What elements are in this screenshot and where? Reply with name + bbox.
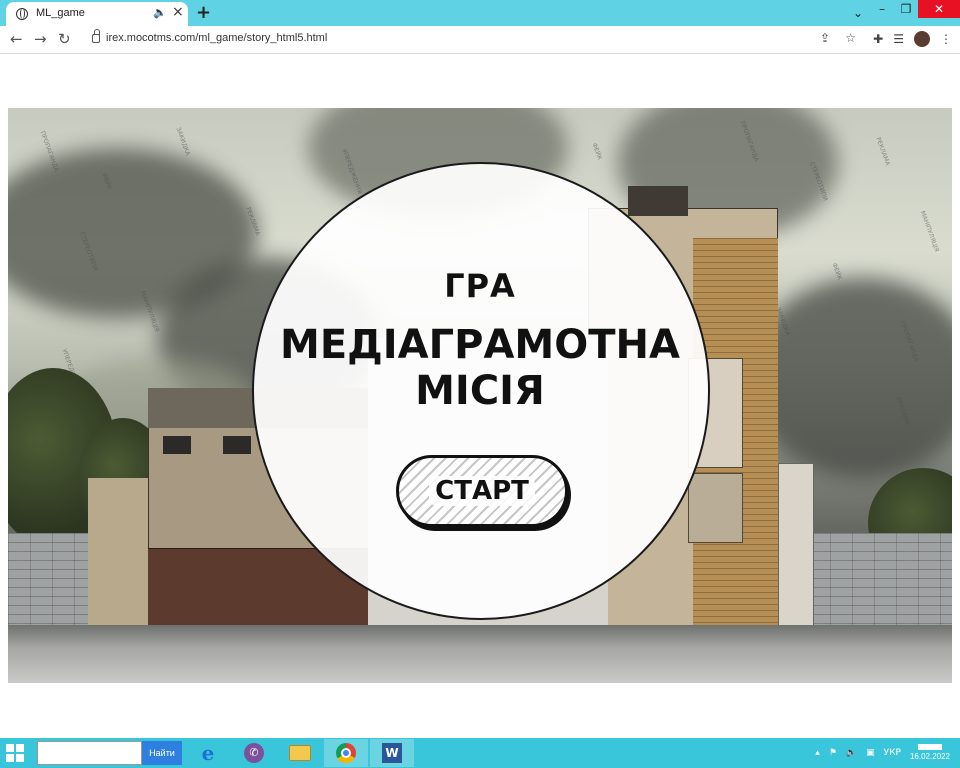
speaker-icon[interactable]: 🔈 xyxy=(153,6,167,19)
forward-icon[interactable]: → xyxy=(34,30,47,48)
globe-icon xyxy=(16,8,28,20)
windows-start-icon[interactable] xyxy=(6,744,24,762)
close-tab-icon[interactable]: × xyxy=(172,4,184,20)
brick-fence-right xyxy=(808,533,952,633)
taskbar-search-input[interactable] xyxy=(37,741,142,765)
tab-title: ML_game xyxy=(36,7,85,19)
reading-list-icon[interactable]: ☰ xyxy=(893,32,904,46)
folder-icon xyxy=(289,745,311,761)
windows-taskbar: Найти e ✆ W ▴ ⚑ 🔈 ▣ УКР 16.02.2022 xyxy=(0,738,960,768)
url-text[interactable]: irex.mocotms.com/ml_game/story_html5.htm… xyxy=(106,32,327,44)
minimize-button[interactable]: – xyxy=(870,0,894,18)
browser-tabstrip: ML_game 🔈 × + ⌄ – ❐ ✕ xyxy=(0,0,960,26)
game-title-line2: МІСІЯ xyxy=(415,368,545,414)
chevron-down-icon[interactable]: ⌄ xyxy=(846,4,870,22)
taskbar-app-ie[interactable]: e xyxy=(186,739,230,767)
back-icon[interactable]: ← xyxy=(10,30,23,48)
rooftop-block xyxy=(628,186,688,216)
game-title-small: ГРА xyxy=(444,267,516,305)
share-icon[interactable]: ⇪ xyxy=(820,31,830,45)
clock[interactable]: 16.02.2022 xyxy=(910,744,950,762)
taskbar-app-word[interactable]: W xyxy=(370,739,414,767)
internet-explorer-icon: e xyxy=(201,741,215,765)
reload-icon[interactable]: ↻ xyxy=(58,30,71,48)
network-icon[interactable]: ▣ xyxy=(866,748,875,758)
rain-word: МАНІПУЛЯЦІЯ xyxy=(918,210,941,253)
language-indicator[interactable]: УКР xyxy=(884,748,901,758)
new-tab-button[interactable]: + xyxy=(196,2,211,23)
start-button[interactable]: СТАРТ xyxy=(396,455,568,527)
browser-toolbar: ← → ↻ irex.mocotms.com/ml_game/story_htm… xyxy=(0,26,960,54)
address-bar[interactable]: irex.mocotms.com/ml_game/story_html5.htm… xyxy=(84,29,864,51)
building-window xyxy=(163,436,191,454)
start-button-label: СТАРТ xyxy=(429,476,535,506)
flag-icon[interactable]: ⚑ xyxy=(829,748,837,758)
rain-word: ЗАКИДКА xyxy=(174,126,192,157)
rain-word: РЕКЛАМА xyxy=(874,136,892,167)
ramp xyxy=(88,478,148,638)
building-window xyxy=(223,436,251,454)
taskbar-app-viber[interactable]: ✆ xyxy=(232,739,276,767)
game-title-line1: МЕДІАГРАМОТНА xyxy=(280,322,680,368)
ground xyxy=(8,625,952,683)
toolbar-icons: ✚ ☰ H ⋮ xyxy=(873,31,952,47)
taskbar-app-chrome[interactable] xyxy=(324,739,368,767)
side-tower xyxy=(778,463,814,638)
system-tray: ▴ ⚑ 🔈 ▣ УКР 16.02.2022 xyxy=(815,738,950,768)
restore-button[interactable]: ❐ xyxy=(894,0,918,18)
chrome-icon xyxy=(336,743,356,763)
lock-icon[interactable] xyxy=(92,29,100,43)
profile-avatar[interactable]: H xyxy=(914,31,930,47)
taskbar-search-button[interactable]: Найти xyxy=(142,741,182,765)
extensions-icon[interactable]: ✚ xyxy=(873,32,883,46)
close-window-button[interactable]: ✕ xyxy=(918,0,960,18)
game-title: МЕДІАГРАМОТНА МІСІЯ xyxy=(0,322,960,414)
volume-icon[interactable]: 🔈 xyxy=(846,748,857,758)
window-controls: ⌄ – ❐ ✕ xyxy=(853,0,960,26)
taskbar-app-explorer[interactable] xyxy=(278,739,322,767)
tall-building-panel xyxy=(688,473,743,543)
word-icon: W xyxy=(382,743,402,763)
rain-word: ФЕЙК xyxy=(590,141,604,162)
chevron-up-icon[interactable]: ▴ xyxy=(815,748,820,758)
viber-icon: ✆ xyxy=(244,743,264,763)
date-text: 16.02.2022 xyxy=(909,752,950,761)
menu-icon[interactable]: ⋮ xyxy=(940,32,952,46)
time-redacted xyxy=(917,744,942,750)
browser-tab[interactable]: ML_game 🔈 × xyxy=(6,2,188,26)
bookmark-star-icon[interactable]: ☆ xyxy=(845,31,856,45)
